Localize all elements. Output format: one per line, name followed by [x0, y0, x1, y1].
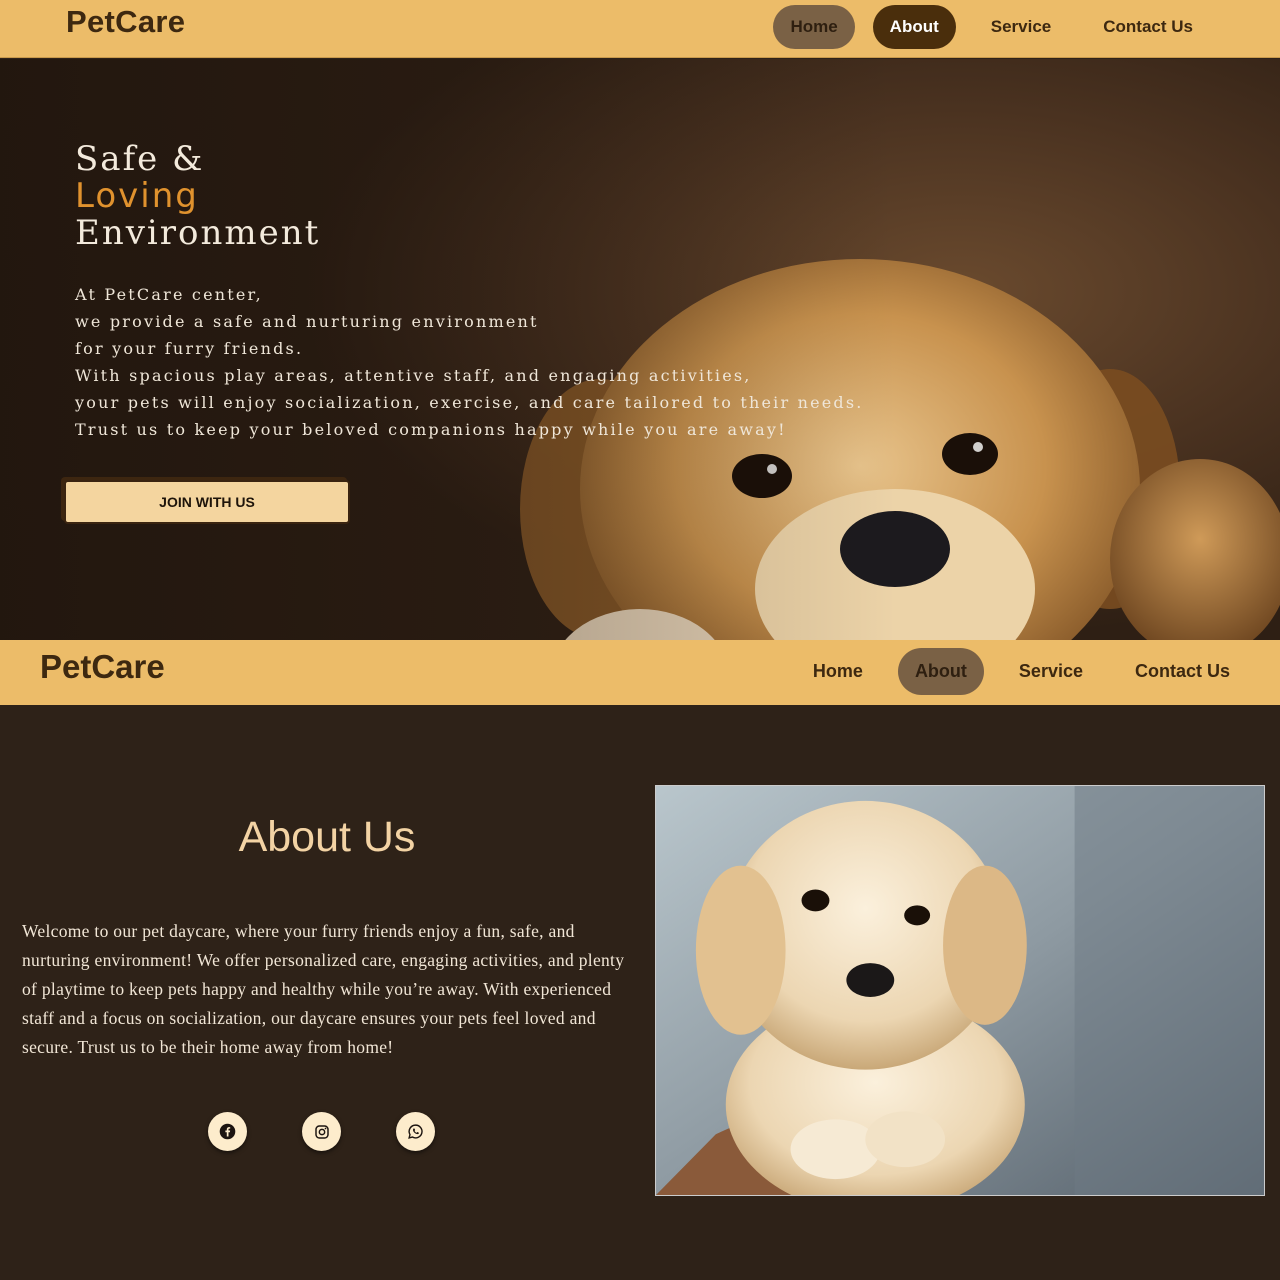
about-heading: About Us: [238, 813, 416, 861]
nav-home-link[interactable]: Home: [773, 5, 855, 49]
nav-service-link[interactable]: Service: [974, 5, 1069, 49]
about-section: About Us Welcome to our pet daycare, whe…: [0, 705, 1280, 1280]
hero-title: Safe & Loving Environment: [75, 141, 320, 252]
hero-line: we provide a safe and nurturing environm…: [75, 312, 539, 331]
hero-section: Safe & Loving Environment At PetCare cen…: [0, 59, 1280, 640]
join-with-us-button[interactable]: JOIN WITH US: [64, 480, 350, 524]
hero-line: for your furry friends.: [75, 339, 304, 358]
nav-contact-link[interactable]: Contact Us: [1118, 648, 1247, 695]
nav-home-link[interactable]: Home: [796, 648, 880, 695]
hero-line: your pets will enjoy socialization, exer…: [75, 393, 864, 412]
sticky-navbar: PetCare Home About Service Contact Us: [0, 640, 1280, 705]
hero-line: Trust us to keep your beloved companions…: [75, 420, 787, 439]
nav-about-link[interactable]: About: [872, 5, 956, 49]
about-paragraph: Welcome to our pet daycare, where your f…: [22, 921, 625, 1057]
hero-title-line1: Safe &: [75, 139, 205, 179]
whatsapp-icon[interactable]: [396, 1112, 435, 1151]
social-links: [208, 1112, 435, 1151]
site-logo[interactable]: PetCare: [66, 4, 185, 40]
nav-contact-link[interactable]: Contact Us: [1086, 5, 1210, 49]
hero-title-line3: Environment: [75, 213, 321, 253]
top-nav-menu: Home About Service Contact Us: [773, 5, 1210, 49]
puppy-photo: [655, 785, 1265, 1196]
facebook-icon[interactable]: [208, 1112, 247, 1151]
nav-about-link[interactable]: About: [897, 648, 984, 695]
hero-line: With spacious play areas, attentive staf…: [75, 366, 752, 385]
nav-service-link[interactable]: Service: [1002, 648, 1100, 695]
site-logo[interactable]: PetCare: [40, 648, 165, 686]
top-navbar: PetCare Home About Service Contact Us: [0, 0, 1280, 58]
sticky-nav-menu: Home About Service Contact Us: [796, 648, 1247, 695]
hero-title-accent: Loving: [75, 176, 199, 216]
hero-description: At PetCare center, we provide a safe and…: [75, 281, 864, 443]
hero-line: At PetCare center,: [75, 285, 263, 304]
instagram-icon[interactable]: [302, 1112, 341, 1151]
